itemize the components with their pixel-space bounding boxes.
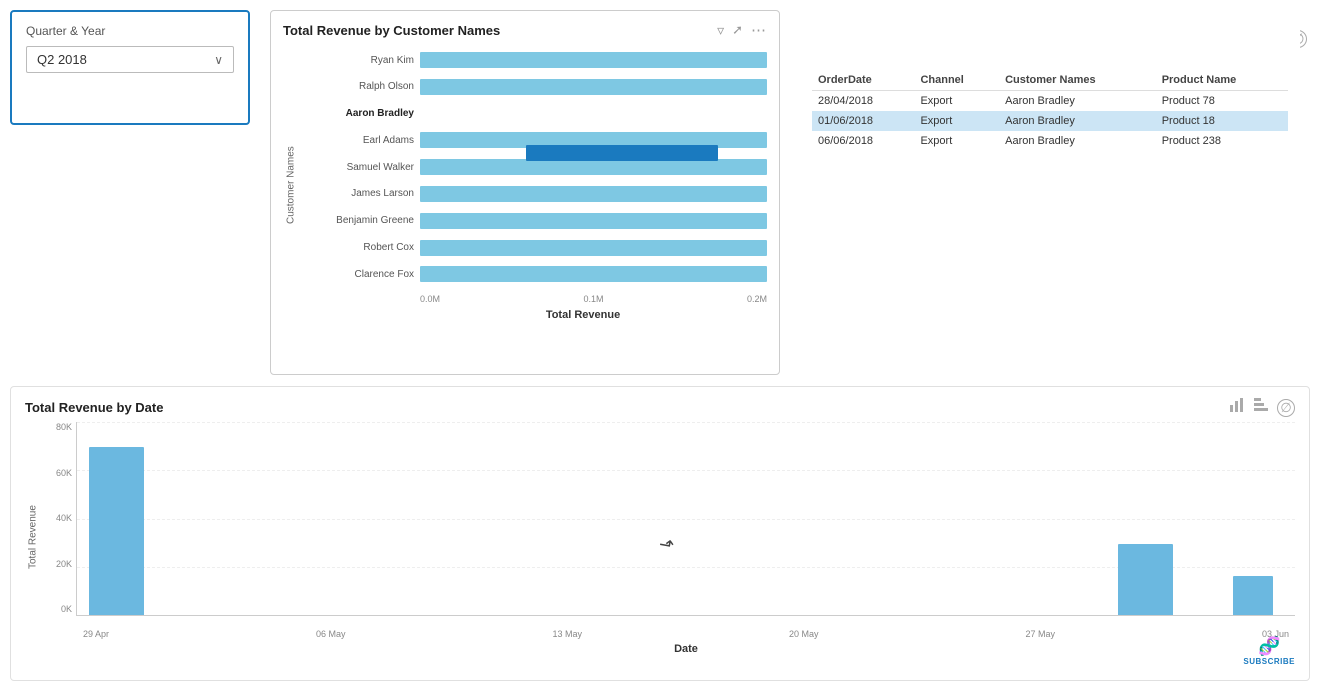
table-row: Benjamin Greene — [299, 210, 767, 232]
x-tick: 27 May — [1025, 629, 1055, 639]
date-bar-29apr — [89, 447, 144, 615]
x-axis-labels: 29 Apr 06 May 13 May 20 May 27 May 03 Ju… — [77, 629, 1295, 639]
selected-bar-overlay — [526, 145, 718, 161]
table-row-highlighted: 01/06/2018 Export Aaron Bradley Product … — [812, 111, 1288, 131]
bar-label: Samuel Walker — [299, 162, 414, 173]
date-y-label: Total Revenue — [25, 422, 41, 652]
cell-channel: Export — [914, 111, 999, 131]
grid-line — [77, 567, 1295, 568]
cell-channel: Export — [914, 131, 999, 151]
bar-clarence-fox — [420, 266, 767, 282]
bar-james-larson — [420, 186, 767, 202]
col-header-channel: Channel — [914, 70, 999, 91]
x-tick-1: 0.1M — [583, 294, 603, 304]
bar-chart-title: Total Revenue by Customer Names — [283, 23, 500, 38]
table-panel: OrderDate Channel Customer Names Product… — [800, 10, 1300, 159]
subscribe-button[interactable]: 🧬 SUBSCRIBE — [1243, 636, 1295, 666]
table-row: 28/04/2018 Export Aaron Bradley Product … — [812, 91, 1288, 112]
more-icon[interactable]: ⋯ — [751, 21, 767, 39]
quarter-year-dropdown[interactable]: Q2 2018 ∨ — [26, 46, 234, 73]
y-tick: 20K — [41, 559, 76, 569]
bar-chart-icon-date[interactable] — [1253, 397, 1269, 418]
bar-label: Clarence Fox — [299, 269, 414, 280]
grid-line — [77, 470, 1295, 471]
date-chart-area: Total Revenue 0K 20K 40K 60K 80K — [25, 422, 1295, 652]
bar-chart-bars-area: Ryan Kim Ralph Olson Aaron Bradley Earl … — [299, 45, 767, 325]
cell-product: Product 78 — [1156, 91, 1288, 112]
bar-label: Ryan Kim — [299, 55, 414, 66]
y-tick: 0K — [41, 604, 76, 614]
x-tick: 29 Apr — [83, 629, 109, 639]
filter-label: Quarter & Year — [26, 24, 234, 38]
x-axis-label: Total Revenue — [299, 309, 767, 321]
bar-label-selected: Aaron Bradley — [299, 108, 414, 119]
bar-label: Benjamin Greene — [299, 215, 414, 226]
y-ticks-container: 0K 20K 40K 60K 80K — [41, 422, 76, 616]
x-tick: 06 May — [316, 629, 346, 639]
bar-chart-y-label: Customer Names — [283, 45, 299, 325]
y-tick: 80K — [41, 422, 76, 432]
filter-icon[interactable]: ▿ — [717, 22, 724, 39]
date-chart-title: Total Revenue by Date — [25, 400, 163, 415]
bar-samuel-walker — [420, 159, 767, 175]
col-header-product: Product Name — [1156, 70, 1288, 91]
bar-benjamin-greene — [420, 213, 767, 229]
table-row: 06/06/2018 Export Aaron Bradley Product … — [812, 131, 1288, 151]
grid-line — [77, 422, 1295, 423]
cell-date: 28/04/2018 — [812, 91, 914, 112]
bar-label: Ralph Olson — [299, 81, 414, 92]
bar-label: Robert Cox — [299, 242, 414, 253]
bar-chart-header: Total Revenue by Customer Names ▿ ➚ ⋯ — [283, 21, 767, 39]
date-bar-03jun — [1118, 544, 1173, 615]
x-tick-0: 0.0M — [420, 294, 440, 304]
bar-chart-panel: Total Revenue by Customer Names ▿ ➚ ⋯ Cu… — [270, 10, 780, 375]
bar-label: Earl Adams — [299, 135, 414, 146]
bar-chart-icons: ▿ ➚ ⋯ — [717, 21, 767, 39]
chevron-down-icon: ∨ — [214, 53, 223, 67]
table-row: Ryan Kim — [299, 49, 767, 71]
x-tick: 13 May — [552, 629, 582, 639]
bar-label: James Larson — [299, 188, 414, 199]
bar-robert-cox — [420, 240, 767, 256]
table-header-row: OrderDate Channel Customer Names Product… — [812, 70, 1288, 91]
bar-ralph-olson — [420, 79, 767, 95]
date-chart-plot: 29 Apr 06 May 13 May 20 May 27 May 03 Ju… — [76, 422, 1295, 616]
col-header-orderdate: OrderDate — [812, 70, 914, 91]
cell-date: 01/06/2018 — [812, 111, 914, 131]
cell-product: Product 18 — [1156, 111, 1288, 131]
cell-product: Product 238 — [1156, 131, 1288, 151]
y-tick: 60K — [41, 468, 76, 478]
x-axis-ticks: 0.0M 0.1M 0.2M — [299, 294, 767, 304]
date-chart-header: Total Revenue by Date ∅ — [25, 397, 1295, 418]
table-row: Ralph Olson — [299, 76, 767, 98]
y-tick: 40K — [41, 513, 76, 523]
cell-date: 06/06/2018 — [812, 131, 914, 151]
x-tick: 20 May — [789, 629, 819, 639]
date-chart-icons: ∅ — [1229, 397, 1295, 418]
no-icon-date[interactable]: ∅ — [1277, 399, 1295, 417]
expand-icon[interactable]: ➚ — [732, 22, 743, 38]
grid-line — [77, 519, 1295, 520]
x-axis-label: Date — [77, 643, 1295, 655]
dropdown-value: Q2 2018 — [37, 52, 87, 67]
cell-customer: Aaron Bradley — [999, 131, 1156, 151]
dna-icon: 🧬 — [1258, 636, 1280, 657]
table-row: James Larson — [299, 183, 767, 205]
x-tick-2: 0.2M — [747, 294, 767, 304]
chart-icon-date[interactable] — [1229, 397, 1245, 418]
cell-customer: Aaron Bradley — [999, 91, 1156, 112]
table-row: Clarence Fox — [299, 263, 767, 285]
subscribe-label: SUBSCRIBE — [1243, 657, 1295, 666]
orders-table: OrderDate Channel Customer Names Product… — [812, 70, 1288, 151]
filter-panel: Quarter & Year Q2 2018 ∨ — [10, 10, 250, 125]
date-chart-panel: Total Revenue by Date ∅ Total Revenue 0K… — [10, 386, 1310, 681]
table-row: Aaron Bradley — [299, 103, 767, 125]
bar-ryan-kim — [420, 52, 767, 68]
cell-customer: Aaron Bradley — [999, 111, 1156, 131]
col-header-customer: Customer Names — [999, 70, 1156, 91]
cell-channel: Export — [914, 91, 999, 112]
table-row: Robert Cox — [299, 237, 767, 259]
date-bar-partial — [1233, 576, 1273, 615]
